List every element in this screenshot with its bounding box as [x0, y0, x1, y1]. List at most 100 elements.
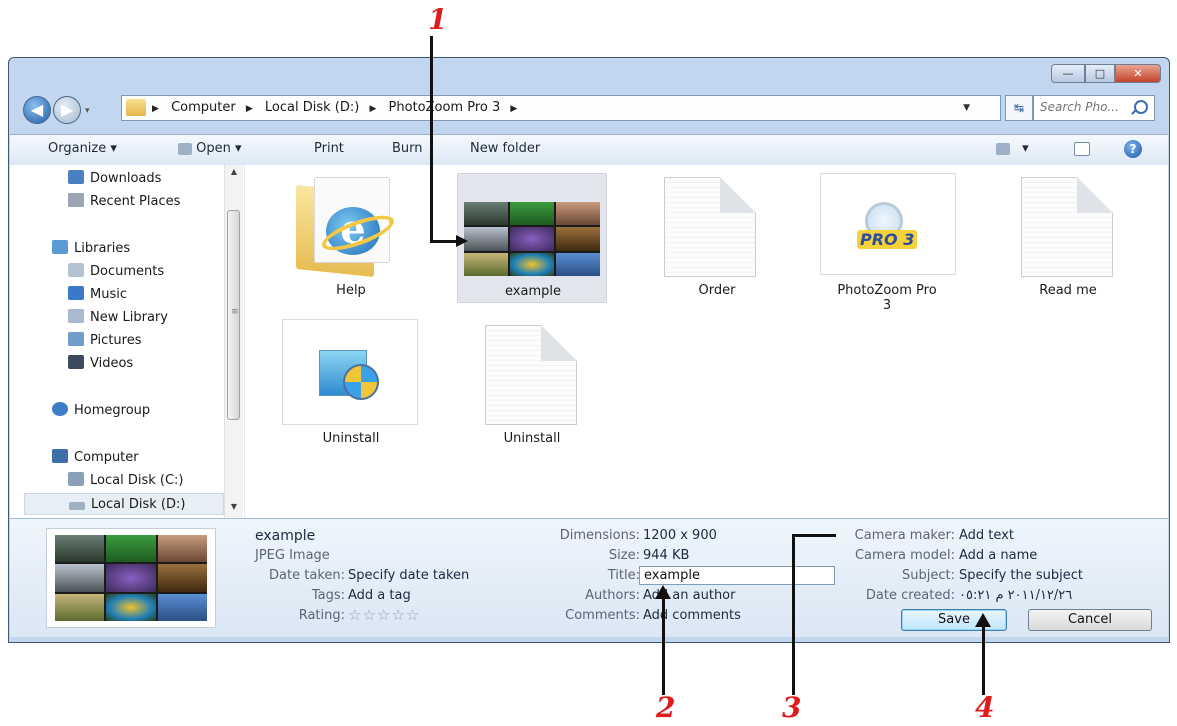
sidebar-item-downloads[interactable]: Downloads: [68, 168, 161, 190]
minimize-button[interactable]: —: [1051, 64, 1085, 83]
sidebar-item-pictures[interactable]: Pictures: [68, 330, 141, 352]
search-icon[interactable]: [1134, 100, 1148, 114]
sidebar-item-label: Recent Places: [90, 194, 181, 209]
subject-value[interactable]: Specify the subject: [959, 568, 1083, 583]
breadcrumb-separator[interactable]: ▶: [152, 104, 159, 114]
library-icon: [68, 309, 84, 323]
preview-pane-button[interactable]: [1074, 141, 1090, 156]
file-item-uninstall-txt[interactable]: Uninstall: [457, 319, 607, 449]
address-dropdown-icon[interactable]: ▼: [963, 96, 970, 120]
scroll-thumb[interactable]: ≡: [227, 210, 240, 420]
maximize-button[interactable]: □: [1085, 64, 1115, 83]
sidebar-item-libraries[interactable]: Libraries: [52, 238, 130, 260]
cancel-button[interactable]: Cancel: [1028, 609, 1152, 631]
file-label: Uninstall: [503, 431, 561, 446]
callout-3: 3: [782, 691, 802, 724]
help-button[interactable]: ?: [1124, 140, 1142, 158]
folder-icon: [126, 99, 146, 116]
print-button[interactable]: Print: [314, 141, 344, 156]
breadcrumb-local-disk-d[interactable]: Local Disk (D:): [265, 100, 359, 115]
sidebar-item-new-library[interactable]: New Library: [68, 307, 168, 329]
photozoom-icon: PRO 3: [820, 173, 956, 275]
sidebar-item-label: Computer: [74, 450, 139, 465]
date-created-value[interactable]: ٢٠١١/١٢/٢٦ م ٠٥:٢١: [959, 588, 1072, 603]
title-field[interactable]: example: [639, 566, 835, 585]
search-input[interactable]: [1038, 99, 1132, 115]
sidebar-item-label: Pictures: [90, 333, 142, 348]
file-item-read-me[interactable]: Read me: [993, 173, 1143, 303]
comments-label: Comments:: [565, 608, 640, 623]
sidebar-item-label: Videos: [90, 356, 134, 371]
sidebar-item-label: New Library: [90, 310, 168, 325]
pro3-badge: PRO 3: [857, 230, 918, 249]
details-pane: example JPEG Image Date taken: Specify d…: [10, 518, 1168, 637]
scroll-up-arrow[interactable]: ▲: [225, 167, 243, 181]
search-box[interactable]: [1033, 95, 1155, 121]
breadcrumb-computer[interactable]: Computer: [171, 100, 236, 115]
size-label: Size:: [608, 548, 640, 563]
sidebar-item-label: Documents: [90, 264, 165, 279]
sidebar-item-documents[interactable]: Documents: [68, 261, 164, 283]
refresh-button[interactable]: ↹: [1005, 95, 1033, 121]
breadcrumb-photozoom[interactable]: PhotoZoom Pro 3: [389, 100, 501, 115]
text-document-icon: [1021, 177, 1113, 277]
file-item-uninstall-exe[interactable]: Uninstall: [276, 319, 426, 449]
title-label: Title:: [607, 568, 640, 583]
preview-thumbnail: [46, 528, 216, 628]
downloads-icon: [68, 170, 84, 184]
file-item-help[interactable]: e Help: [276, 173, 426, 303]
close-button[interactable]: ✕: [1115, 64, 1161, 83]
file-item-photozoom[interactable]: PRO 3 PhotoZoom Pro 3: [812, 173, 962, 313]
address-bar[interactable]: ▶ Computer ▶ Local Disk (D:) ▶ PhotoZoom…: [121, 95, 1001, 121]
pictures-icon: [68, 332, 84, 346]
camera-model-value[interactable]: Add a name: [959, 548, 1037, 563]
camera-model-label: Camera model:: [854, 548, 955, 563]
open-icon: [178, 142, 192, 155]
breadcrumb-separator[interactable]: ▶: [246, 104, 253, 114]
rating-stars[interactable]: ☆☆☆☆☆: [348, 606, 420, 624]
sidebar-item-recent-places[interactable]: Recent Places: [68, 191, 180, 213]
file-item-example[interactable]: example: [457, 173, 607, 303]
rating-label: Rating:: [298, 608, 345, 623]
back-button[interactable]: ◀: [23, 96, 51, 124]
browser-body: Downloads Recent Places Libraries Docume…: [10, 165, 1168, 518]
views-button[interactable]: ▾: [996, 141, 1029, 156]
sidebar-item-local-disk-d[interactable]: Local Disk (D:): [24, 493, 224, 515]
nav-scrollbar[interactable]: ▲ ≡ ▼: [224, 165, 243, 518]
file-item-order[interactable]: Order: [642, 173, 792, 303]
save-button[interactable]: Save: [901, 609, 1007, 631]
breadcrumb-separator[interactable]: ▶: [369, 104, 376, 114]
date-taken-value[interactable]: Specify date taken: [348, 568, 469, 583]
ie-folder-icon: e: [296, 177, 398, 278]
camera-maker-value[interactable]: Add text: [959, 528, 1014, 543]
comments-value[interactable]: Add comments: [643, 608, 741, 623]
installer-icon: [282, 319, 418, 425]
recent-pages-dropdown[interactable]: ▾: [85, 106, 90, 116]
breadcrumb: ▶ Computer ▶ Local Disk (D:) ▶ PhotoZoom…: [152, 96, 525, 121]
preview-pane-icon: [1074, 141, 1090, 156]
date-created-label: Date created:: [865, 588, 955, 603]
navigation-pane: Downloads Recent Places Libraries Docume…: [10, 165, 245, 518]
burn-button[interactable]: Burn: [392, 141, 423, 156]
file-label: Uninstall: [322, 431, 380, 446]
organize-button[interactable]: Organize ▾: [48, 141, 117, 156]
file-label: Help: [336, 283, 366, 298]
sidebar-item-local-disk-c[interactable]: Local Disk (C:): [68, 470, 183, 492]
sidebar-item-computer[interactable]: Computer: [52, 447, 139, 469]
open-button[interactable]: Open ▾: [178, 141, 242, 156]
forward-button[interactable]: ▶: [53, 96, 81, 124]
documents-icon: [68, 263, 84, 277]
callout-2: 2: [656, 691, 676, 724]
new-folder-button[interactable]: New folder: [470, 141, 540, 156]
file-type: JPEG Image: [255, 548, 330, 563]
sidebar-item-videos[interactable]: Videos: [68, 353, 133, 375]
tags-value[interactable]: Add a tag: [348, 588, 411, 603]
computer-icon: [52, 449, 68, 463]
sidebar-item-music[interactable]: Music: [68, 284, 127, 306]
size-value: 944 KB: [643, 548, 690, 563]
sidebar-item-homegroup[interactable]: Homegroup: [52, 400, 150, 422]
scroll-down-arrow[interactable]: ▼: [225, 502, 243, 516]
callout-1: 1: [428, 3, 448, 36]
breadcrumb-separator[interactable]: ▶: [510, 104, 517, 114]
text-document-icon: [485, 325, 577, 425]
